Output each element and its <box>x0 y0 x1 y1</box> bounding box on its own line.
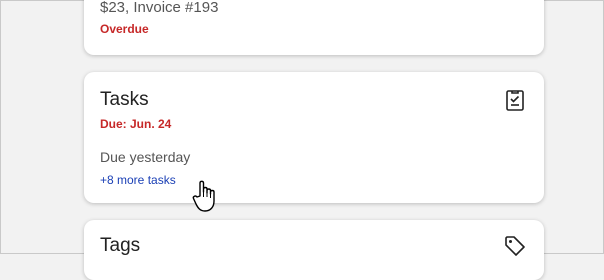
checklist-icon[interactable] <box>504 89 526 111</box>
tasks-card[interactable]: Tasks Due: Jun. 24 Due yesterday +8 more… <box>84 72 544 203</box>
hand-pointer-cursor <box>192 180 215 212</box>
invoice-card[interactable]: $23, Invoice #193 Overdue <box>84 0 544 55</box>
overdue-status: Overdue <box>100 22 149 36</box>
due-summary: Due yesterday <box>100 149 191 165</box>
invoice-amount: $23, Invoice #193 <box>100 0 219 16</box>
more-tasks-link[interactable]: +8 more tasks <box>100 173 176 187</box>
due-date-label: Due: Jun. 24 <box>100 117 172 131</box>
tags-card[interactable]: Tags <box>84 220 544 280</box>
tasks-title: Tasks <box>100 89 149 110</box>
